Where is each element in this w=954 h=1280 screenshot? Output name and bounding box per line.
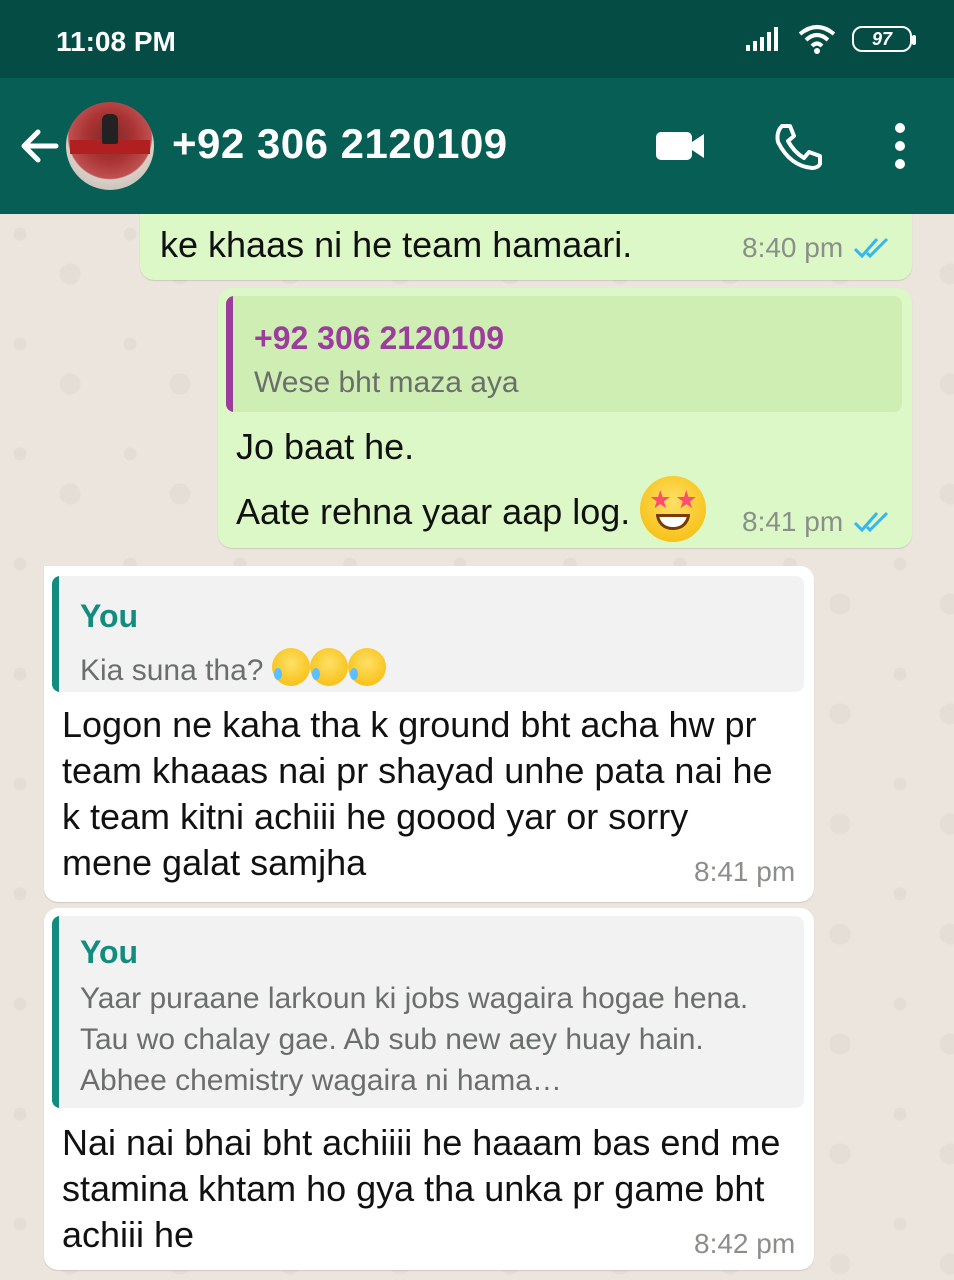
message-text-line: Aate rehna yaar aap log. <box>236 476 707 542</box>
chat-header: +92 306 2120109 <box>0 78 954 214</box>
signal-icon <box>746 27 778 51</box>
message-meta: 8:41 pm <box>694 856 795 888</box>
message-meta: 8:41 pm <box>742 506 893 538</box>
star-struck-emoji-icon <box>640 476 707 542</box>
status-time: 11:08 PM <box>56 26 176 57</box>
quoted-message[interactable]: You Kia suna tha? <box>52 576 804 692</box>
laughing-emoji-icon <box>309 648 348 686</box>
more-vertical-icon[interactable] <box>874 122 930 170</box>
quoted-sender: You <box>80 934 139 970</box>
message-bubble-outgoing[interactable]: +92 306 2120109 Wese bht maza aya Jo baa… <box>218 288 912 548</box>
quoted-text: Wese bht maza aya <box>254 366 519 399</box>
back-arrow-icon[interactable] <box>16 122 64 170</box>
message-text: Nai nai bhai bht achiiii he haaam bas en… <box>62 1122 781 1255</box>
contact-avatar[interactable] <box>66 102 154 190</box>
message-time: 8:41 pm <box>694 856 796 887</box>
video-camera-icon[interactable] <box>652 122 708 170</box>
laughing-emoji-icon <box>271 648 310 686</box>
message-bubble-incoming[interactable]: You Kia suna tha? Logon ne kaha tha k gr… <box>44 566 814 902</box>
quoted-sender: You <box>80 598 139 634</box>
quoted-message[interactable]: You Yaar puraane larkoun ki jobs wagaira… <box>52 916 804 1108</box>
quoted-sender: +92 306 2120109 <box>254 320 505 356</box>
contact-name[interactable]: +92 306 2120109 <box>172 120 508 168</box>
quoted-text-row: Kia suna tha? <box>80 648 386 691</box>
double-check-icon <box>854 237 889 259</box>
quoted-text: Kia suna tha? <box>80 654 264 687</box>
wifi-icon <box>798 25 836 54</box>
quoted-text: Yaar puraane larkoun ki jobs wagaira hog… <box>80 982 749 1097</box>
message-text: ke khaas ni he team hamaari. <box>160 224 633 265</box>
status-icons: 97 <box>744 24 916 54</box>
battery-icon: 97 <box>852 26 916 52</box>
message-time: 8:42 pm <box>694 1228 796 1259</box>
message-meta: 8:42 pm <box>694 1228 795 1260</box>
quoted-message[interactable]: +92 306 2120109 Wese bht maza aya <box>226 296 902 412</box>
laughing-emoji-icon <box>347 648 386 686</box>
message-bubble-incoming[interactable]: You Yaar puraane larkoun ki jobs wagaira… <box>44 908 814 1270</box>
message-text-line: Jo baat he. <box>236 426 415 467</box>
chat-area[interactable]: ke khaas ni he team hamaari. 8:40 pm +92… <box>0 214 954 1280</box>
message-bubble-outgoing[interactable]: ke khaas ni he team hamaari. 8:40 pm <box>140 214 912 280</box>
phone-icon[interactable] <box>770 122 826 170</box>
status-bar: 11:08 PM 97 <box>0 0 954 78</box>
message-time: 8:41 pm <box>742 506 844 537</box>
message-meta: 8:40 pm <box>742 232 893 264</box>
double-check-icon <box>854 511 889 533</box>
message-time: 8:40 pm <box>742 232 844 263</box>
message-text: Logon ne kaha tha k ground bht acha hw p… <box>62 704 773 883</box>
